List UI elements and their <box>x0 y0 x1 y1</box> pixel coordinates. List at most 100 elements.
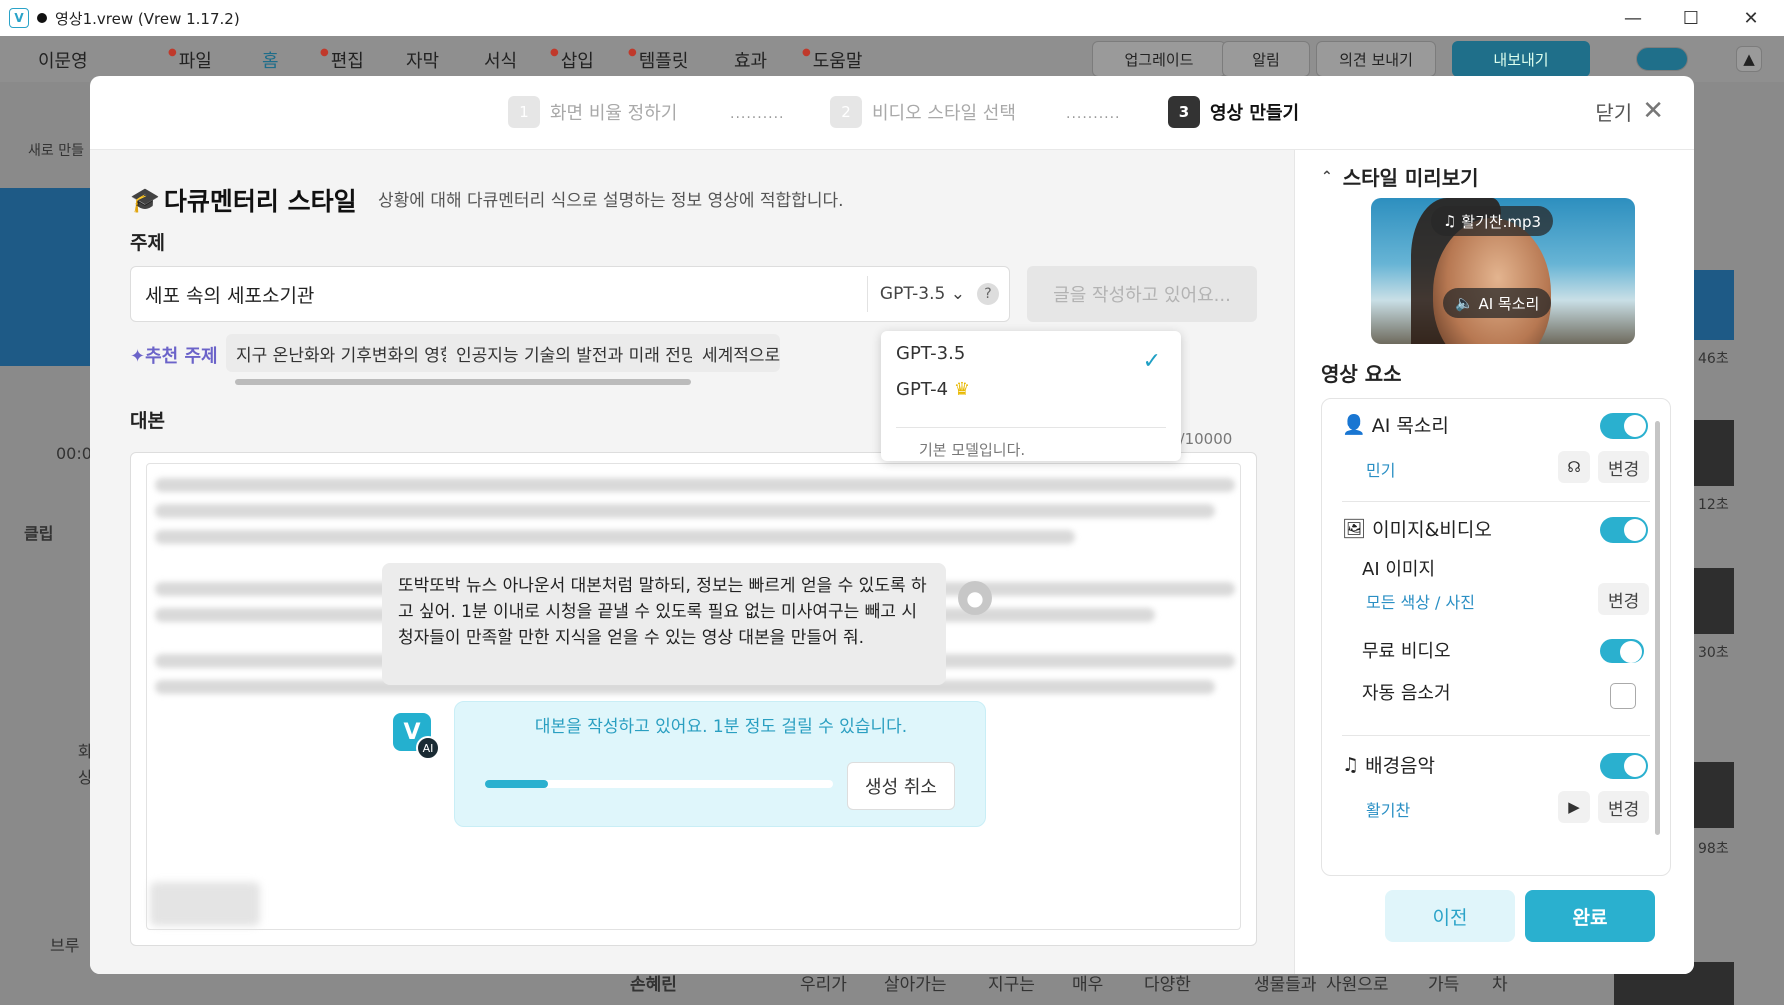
done-button[interactable]: 완료 <box>1525 890 1655 942</box>
topic-divider <box>866 276 868 312</box>
script-text-area[interactable] <box>146 463 1241 930</box>
chips-scrollbar[interactable] <box>235 379 691 385</box>
close-window-icon[interactable]: ✕ <box>1722 0 1780 36</box>
theme-toggle[interactable] <box>1636 47 1688 71</box>
prev-button[interactable]: 이전 <box>1385 890 1515 942</box>
side-thumb-blue <box>1694 270 1734 340</box>
free-video-label: 무료 비디오 <box>1362 641 1451 662</box>
duration-1: 46초 <box>1698 351 1729 367</box>
menu-effects[interactable]: 효과 <box>734 47 767 73</box>
vrew-app-icon: V <box>9 8 29 28</box>
model-option-gpt35[interactable]: GPT-3.5 <box>896 343 965 364</box>
side-thumb-1 <box>1694 420 1734 486</box>
ai-voice-row: 👤 AI 목소리 <box>1342 414 1449 437</box>
music-note-icon: ♫ <box>1443 212 1457 230</box>
blurred-line <box>155 504 1215 518</box>
ai-progress-box: 대본을 작성하고 있어요. 1분 정도 걸릴 수 있습니다. 생성 취소 <box>454 701 986 827</box>
menu-template[interactable]: ● 템플릿 <box>628 47 688 73</box>
recommend-chip-2[interactable]: 인공지능 기술의 발전과 미래 전망 <box>446 334 707 372</box>
recommend-label: ✦추천 주제 <box>130 346 218 367</box>
topic-label: 주제 <box>130 232 165 254</box>
recommend-chip-1[interactable]: 지구 온난화와 기후변화의 영향 <box>226 334 466 372</box>
ai-image-label: AI 이미지 <box>1362 559 1436 580</box>
duration-2: 12초 <box>1698 497 1729 513</box>
upgrade-button[interactable]: 업그레이드 <box>1092 41 1226 77</box>
ai-image-change-button[interactable]: 변경 <box>1598 583 1650 615</box>
style-sidebar: ⌃ 스타일 미리보기 ♫ 활기찬.mp3 🔈 AI 목소리 영상 요소 👤 AI… <box>1294 150 1694 974</box>
menu-subtitle[interactable]: 자막 <box>406 47 439 73</box>
collapse-icon[interactable]: ▲ <box>1736 46 1762 72</box>
window-title: 영상1.vrew (Vrew 1.17.2) <box>55 9 240 28</box>
menu-home[interactable]: 홈 <box>262 47 279 73</box>
user-prompt-bubble: 또박또박 뉴스 아나운서 대본처럼 말하되, 정보는 빠르게 얻을 수 있도록 … <box>382 563 946 685</box>
model-select[interactable]: GPT-3.5 ⌄ <box>880 284 965 304</box>
voice-pill: 🔈 AI 목소리 <box>1443 288 1552 318</box>
step-3[interactable]: 3 영상 만들기 <box>1168 96 1299 128</box>
export-button[interactable]: 내보내기 <box>1452 41 1590 77</box>
recommend-chip-3[interactable]: 세계적으로 <box>692 334 780 372</box>
auto-mute-label: 자동 음소거 <box>1362 683 1451 704</box>
style-preview-image: ♫ 활기찬.mp3 🔈 AI 목소리 <box>1371 198 1635 344</box>
feedback-button[interactable]: 의견 보내기 <box>1316 41 1436 77</box>
free-video-toggle[interactable] <box>1600 639 1644 663</box>
menu-insert[interactable]: ● 삽입 <box>550 47 594 73</box>
divider <box>1342 735 1650 736</box>
ai-image-value[interactable]: 모든 색상 / 사진 <box>1366 589 1475 613</box>
cancel-generation-button[interactable]: 생성 취소 <box>847 762 955 810</box>
topic-field[interactable]: 세포 속의 세포소기관 GPT-3.5 ⌄ ? <box>130 266 1010 322</box>
help-icon[interactable]: ? <box>977 283 999 305</box>
topic-input[interactable]: 세포 속의 세포소기관 <box>145 281 867 308</box>
bgm-change-button[interactable]: 변경 <box>1598 791 1650 823</box>
script-editor[interactable] <box>130 452 1257 946</box>
play-icon[interactable]: ▶ <box>1558 791 1590 823</box>
close-modal-button[interactable]: 닫기 ✕ <box>1595 96 1664 126</box>
minimize-icon[interactable]: — <box>1604 0 1662 36</box>
step-separator-1: .......... <box>730 106 785 122</box>
style-title: 🎓 다큐멘터리 스타일 <box>130 182 357 218</box>
user-avatar-icon: ● <box>958 581 992 615</box>
divider <box>1342 501 1650 502</box>
video-creation-modal: 1 화면 비율 정하기 .......... 2 비디오 스타일 선택 ....… <box>90 76 1694 974</box>
bgm-value[interactable]: 활기찬 <box>1366 797 1410 821</box>
ai-voice-value[interactable]: 민기 <box>1366 457 1395 481</box>
notification-button[interactable]: 알림 <box>1222 41 1310 77</box>
ai-voice-change-button[interactable]: 변경 <box>1598 451 1650 483</box>
step-2-label: 비디오 스타일 선택 <box>872 103 1016 124</box>
elements-scrollbar[interactable] <box>1655 421 1660 835</box>
side-thumb-2 <box>1694 568 1734 634</box>
menu-file[interactable]: ● 파일 <box>168 47 212 73</box>
image-video-toggle[interactable] <box>1600 517 1648 543</box>
dropdown-divider <box>896 427 1166 428</box>
menu-user[interactable]: 이문영 <box>38 47 88 73</box>
writing-button: 글을 작성하고 있어요... <box>1027 266 1257 322</box>
ai-voice-toggle[interactable] <box>1600 413 1648 439</box>
menu-format[interactable]: 서식 <box>484 47 517 73</box>
menu-edit[interactable]: ● 편집 <box>320 47 364 73</box>
preview-heading: 스타일 미리보기 <box>1342 166 1479 190</box>
auto-mute-checkbox[interactable] <box>1610 683 1636 709</box>
step-1-number: 1 <box>508 96 540 128</box>
elements-heading: 영상 요소 <box>1321 362 1402 386</box>
clip-label: 클립 <box>24 524 54 543</box>
model-note: 기본 모델입니다. <box>919 441 1026 459</box>
graduation-cap-icon: 🎓 <box>130 186 160 214</box>
check-icon: ✓ <box>1142 349 1161 374</box>
progress-bar <box>485 780 833 788</box>
video-preview-thumb <box>0 188 90 366</box>
step-separator-2: .......... <box>1066 106 1121 122</box>
voice-icon: 🔈 <box>1455 294 1474 312</box>
bgm-toggle[interactable] <box>1600 753 1648 779</box>
preview-header[interactable]: ⌃ 스타일 미리보기 <box>1321 162 1479 191</box>
voice-icon: 👤 <box>1342 414 1366 436</box>
maximize-icon[interactable]: ☐ <box>1662 0 1720 36</box>
step-3-label: 영상 만들기 <box>1210 103 1300 124</box>
step-2[interactable]: 2 비디오 스타일 선택 <box>830 96 1016 128</box>
crown-icon: ♛ <box>953 379 970 400</box>
stepper: 1 화면 비율 정하기 .......... 2 비디오 스타일 선택 ....… <box>90 76 1694 150</box>
close-icon: ✕ <box>1642 96 1664 126</box>
step-1-label: 화면 비율 정하기 <box>550 103 678 124</box>
headphones-icon[interactable]: ☊ <box>1558 451 1590 483</box>
step-1[interactable]: 1 화면 비율 정하기 <box>508 96 677 128</box>
menu-help[interactable]: ● 도움말 <box>802 47 862 73</box>
model-option-gpt4[interactable]: GPT-4 ♛ <box>896 379 970 400</box>
